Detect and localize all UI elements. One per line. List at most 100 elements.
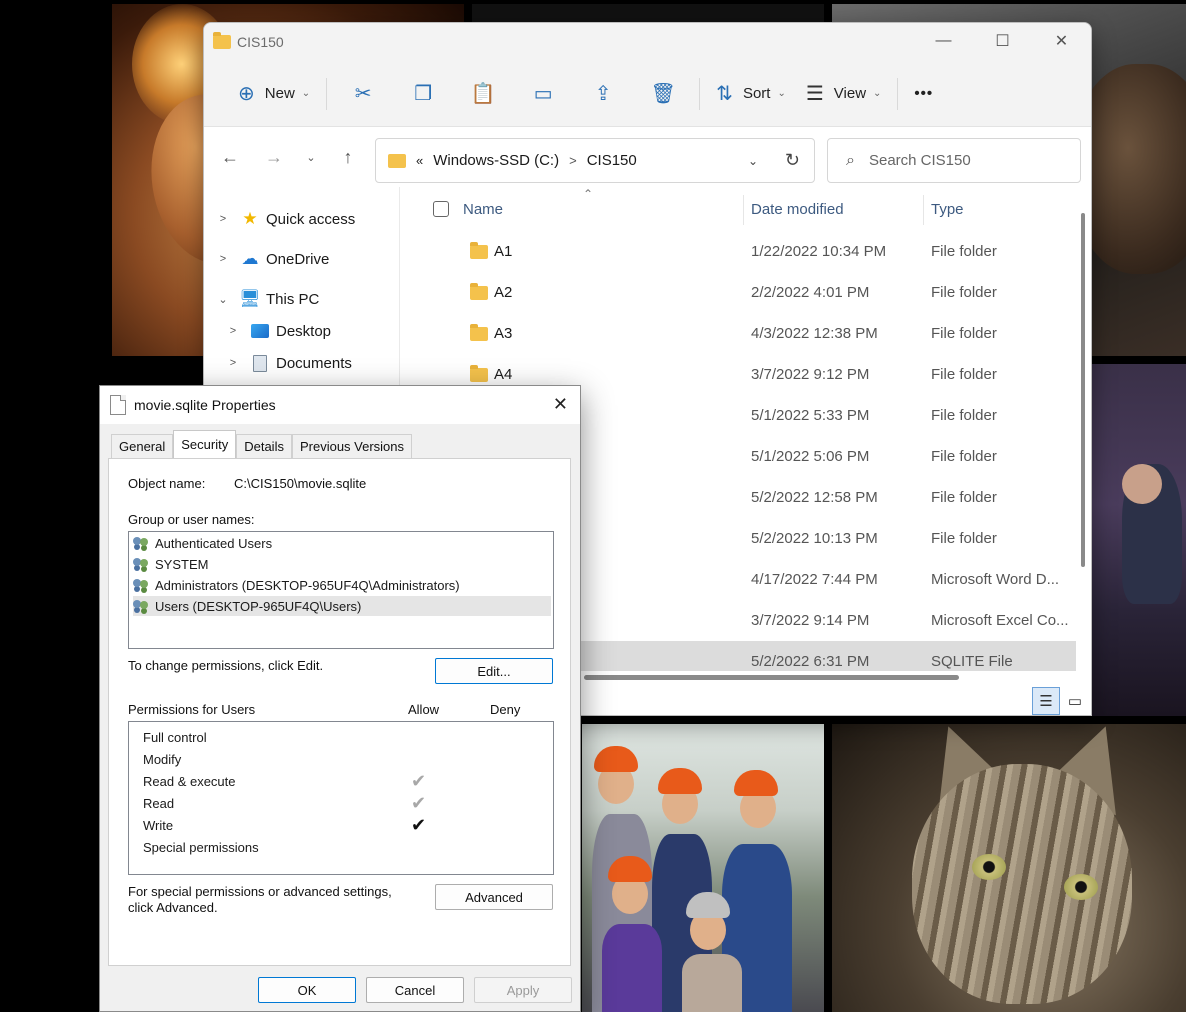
view-label: View	[833, 85, 867, 102]
horizontal-scrollbar[interactable]	[584, 675, 959, 680]
file-name: A2	[494, 284, 513, 301]
column-header-type[interactable]: Type	[931, 201, 964, 218]
tab-security[interactable]: Security	[173, 430, 237, 458]
file-date: 5/2/2022 6:31 PM	[751, 653, 870, 670]
desktop-background	[0, 0, 112, 1012]
expand-chevron-icon[interactable]: >	[226, 357, 240, 369]
refresh-icon[interactable]: ↻	[785, 150, 800, 171]
collapse-chevron-icon[interactable]: ⌄	[216, 293, 230, 306]
new-button[interactable]: ⊕ New ⌄	[228, 74, 320, 114]
tiles-view-icon[interactable]: ▭	[1061, 687, 1089, 715]
breadcrumb-drive[interactable]: Windows-SSD (C:)	[433, 152, 559, 169]
breadcrumb-folder[interactable]: CIS150	[587, 152, 637, 169]
properties-dialog: movie.sqlite Properties ✕ General Securi…	[99, 385, 581, 1012]
edit-button[interactable]: Edit...	[435, 658, 553, 684]
file-icon	[110, 395, 126, 415]
change-permissions-hint: To change permissions, click Edit.	[128, 658, 324, 673]
minimize-button[interactable]: —	[914, 23, 973, 59]
nav-label: This PC	[266, 290, 320, 308]
nav-item-this-pc[interactable]: ⌄ 🖥 This PC	[216, 286, 319, 312]
list-item[interactable]: Authenticated Users	[133, 533, 551, 553]
expand-chevron-icon[interactable]: >	[216, 253, 230, 265]
nav-label: Desktop	[276, 322, 332, 340]
tab-general[interactable]: General	[111, 434, 174, 458]
nav-item-documents[interactable]: > Documents	[226, 350, 352, 376]
toolbar-separator	[897, 77, 899, 110]
copy-icon[interactable]: ❐	[393, 74, 453, 114]
desktop-icon	[250, 322, 270, 340]
file-date: 5/1/2022 5:06 PM	[751, 448, 870, 465]
list-item-selected[interactable]: Users (DESKTOP-965UF4Q\Users)	[133, 596, 551, 616]
file-type: File folder	[931, 243, 997, 260]
file-name: A3	[494, 325, 513, 342]
sort-ascending-icon: ⌃	[583, 187, 594, 201]
close-icon[interactable]: ✕	[553, 394, 568, 415]
sort-arrows-icon: ⇅	[716, 83, 733, 105]
group-user-list[interactable]: Authenticated Users SYSTEM Administrator…	[128, 531, 554, 649]
rename-icon[interactable]: ▭	[513, 74, 573, 114]
file-date: 5/2/2022 10:13 PM	[751, 530, 878, 547]
title-bar[interactable]: CIS150 — ☐ ✕	[204, 23, 1091, 61]
close-button[interactable]: ✕	[1032, 23, 1091, 59]
column-divider[interactable]	[923, 195, 924, 225]
tab-details[interactable]: Details	[236, 434, 292, 458]
expand-chevron-icon[interactable]: >	[216, 213, 230, 225]
column-header-name[interactable]: Name	[463, 201, 503, 218]
advanced-hint-line1: For special permissions or advanced sett…	[128, 884, 392, 899]
permission-row: Read ✔	[143, 793, 543, 814]
advanced-button[interactable]: Advanced	[435, 884, 553, 910]
forward-arrow-icon[interactable]: →	[252, 147, 296, 168]
object-name-label: Object name:	[128, 476, 206, 491]
nav-item-quick-access[interactable]: > ★ Quick access	[216, 206, 355, 232]
details-view-icon[interactable]: ☰	[1032, 687, 1060, 715]
search-placeholder: Search CIS150	[868, 152, 971, 169]
nav-item-onedrive[interactable]: > ☁ OneDrive	[216, 246, 330, 272]
sort-button[interactable]: ⇅ Sort ⌄	[706, 74, 796, 114]
list-item[interactable]: SYSTEM	[133, 554, 551, 574]
recent-locations-chevron-icon[interactable]: ⌄	[296, 151, 326, 164]
select-all-checkbox[interactable]	[433, 201, 449, 217]
breadcrumb-overflow[interactable]: «	[416, 153, 423, 168]
file-date: 5/2/2022 12:58 PM	[751, 489, 878, 506]
ok-button[interactable]: OK	[258, 977, 356, 1003]
cut-icon[interactable]: ✂	[333, 74, 393, 114]
paste-icon[interactable]: 📋	[453, 74, 513, 114]
delete-icon[interactable]: 🗑	[633, 74, 693, 114]
address-dropdown-icon[interactable]: ⌄	[748, 154, 758, 168]
list-view-icon: ☰	[805, 83, 824, 105]
expand-chevron-icon[interactable]: >	[226, 325, 240, 337]
nav-label: Documents	[276, 354, 352, 372]
file-row[interactable]: A3 4/3/2022 12:38 PM File folder	[401, 313, 1076, 354]
search-input[interactable]: ⌕ Search CIS150	[827, 138, 1081, 183]
dialog-title-bar[interactable]: movie.sqlite Properties ✕	[100, 386, 580, 424]
group-name: SYSTEM	[155, 556, 209, 572]
file-row[interactable]: A1 1/22/2022 10:34 PM File folder	[401, 231, 1076, 272]
up-arrow-icon[interactable]: ↑	[326, 147, 370, 168]
permission-row: Special permissions	[143, 838, 543, 858]
address-box[interactable]: « Windows-SSD (C:) > CIS150 ⌄ ↻	[375, 138, 815, 183]
permission-row: Write ✔	[143, 815, 543, 836]
users-group-icon	[133, 599, 151, 613]
group-name: Users (DESKTOP-965UF4Q\Users)	[155, 598, 362, 614]
wallpaper-photo-family	[582, 724, 824, 1012]
nav-item-desktop[interactable]: > Desktop	[226, 318, 331, 344]
tab-strip: General Security Details Previous Versio…	[111, 430, 413, 458]
list-item[interactable]: Administrators (DESKTOP-965UF4Q\Administ…	[133, 575, 551, 595]
column-divider[interactable]	[743, 195, 744, 225]
file-type: File folder	[931, 448, 997, 465]
more-options-button[interactable]: •••	[904, 74, 943, 114]
apply-button[interactable]: Apply	[474, 977, 572, 1003]
column-header-date[interactable]: Date modified	[751, 201, 844, 218]
breadcrumb-chevron-icon: >	[569, 153, 577, 168]
share-icon[interactable]: ⇪	[573, 74, 633, 114]
back-arrow-icon[interactable]: ←	[208, 147, 252, 168]
permission-name: Write	[143, 818, 174, 833]
vertical-scrollbar[interactable]	[1081, 213, 1085, 567]
file-row[interactable]: A2 2/2/2022 4:01 PM File folder	[401, 272, 1076, 313]
view-button[interactable]: ☰ View ⌄	[796, 74, 892, 114]
permission-row: Full control	[143, 728, 543, 748]
tab-previous-versions[interactable]: Previous Versions	[291, 434, 413, 458]
cancel-button[interactable]: Cancel	[366, 977, 464, 1003]
maximize-button[interactable]: ☐	[973, 23, 1032, 59]
permissions-list[interactable]: Full control Modify Read & execute ✔ Rea…	[128, 721, 554, 875]
